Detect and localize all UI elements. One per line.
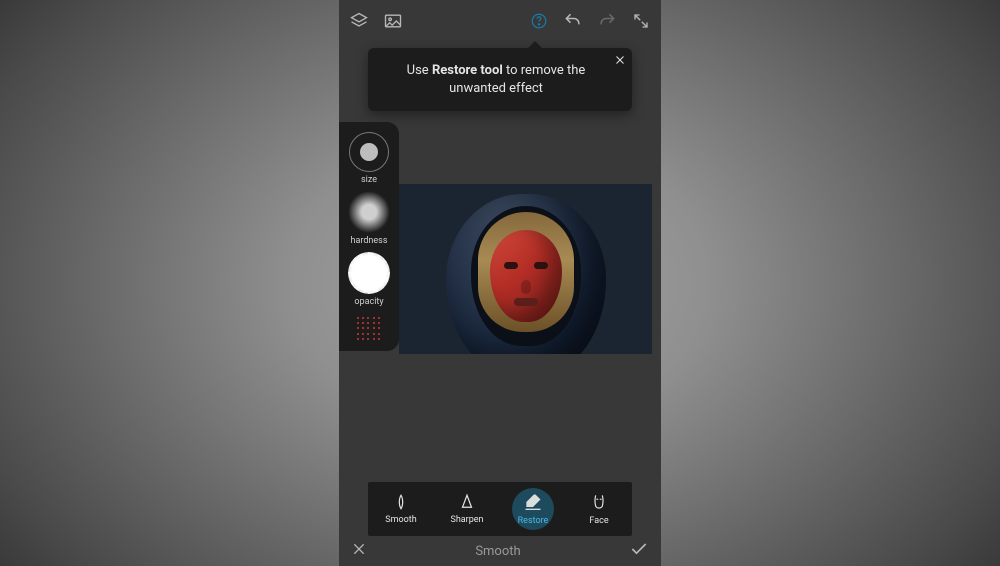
image-canvas[interactable] — [399, 184, 652, 354]
page-title: Smooth — [475, 544, 520, 559]
brush-opacity-label: opacity — [354, 297, 383, 307]
bottom-bar: Smooth — [339, 536, 661, 566]
brush-hardness-control[interactable] — [348, 191, 390, 233]
brush-panel: size hardness opacity — [339, 122, 399, 351]
image-icon[interactable] — [383, 11, 403, 31]
brush-hardness-label: hardness — [351, 236, 388, 246]
help-icon[interactable] — [529, 11, 549, 31]
tool-label: Face — [589, 516, 608, 526]
tool-restore[interactable]: Restore — [500, 482, 566, 536]
tool-label: Smooth — [385, 515, 416, 525]
tool-label: Sharpen — [450, 515, 483, 525]
undo-icon[interactable] — [563, 11, 583, 31]
tooltip-text: Use Restore tool to remove the unwanted … — [407, 63, 586, 96]
tool-row: Smooth Sharpen Restore Face — [368, 482, 632, 536]
brush-size-label: size — [361, 175, 377, 185]
tool-label: Restore — [518, 516, 549, 526]
hint-tooltip: Use Restore tool to remove the unwanted … — [368, 48, 632, 111]
close-icon[interactable] — [614, 53, 626, 72]
confirm-button[interactable] — [629, 539, 649, 563]
top-toolbar — [339, 0, 661, 42]
app-frame: Use Restore tool to remove the unwanted … — [339, 0, 661, 566]
tool-smooth[interactable]: Smooth — [368, 482, 434, 536]
fullscreen-icon[interactable] — [631, 11, 651, 31]
brush-size-control[interactable] — [349, 132, 389, 172]
brush-opacity-control[interactable] — [348, 252, 390, 294]
tool-sharpen[interactable]: Sharpen — [434, 482, 500, 536]
redo-icon[interactable] — [597, 11, 617, 31]
cancel-button[interactable] — [351, 541, 367, 561]
brush-pattern-control[interactable] — [357, 317, 381, 341]
layers-icon[interactable] — [349, 11, 369, 31]
tool-face[interactable]: Face — [566, 482, 632, 536]
